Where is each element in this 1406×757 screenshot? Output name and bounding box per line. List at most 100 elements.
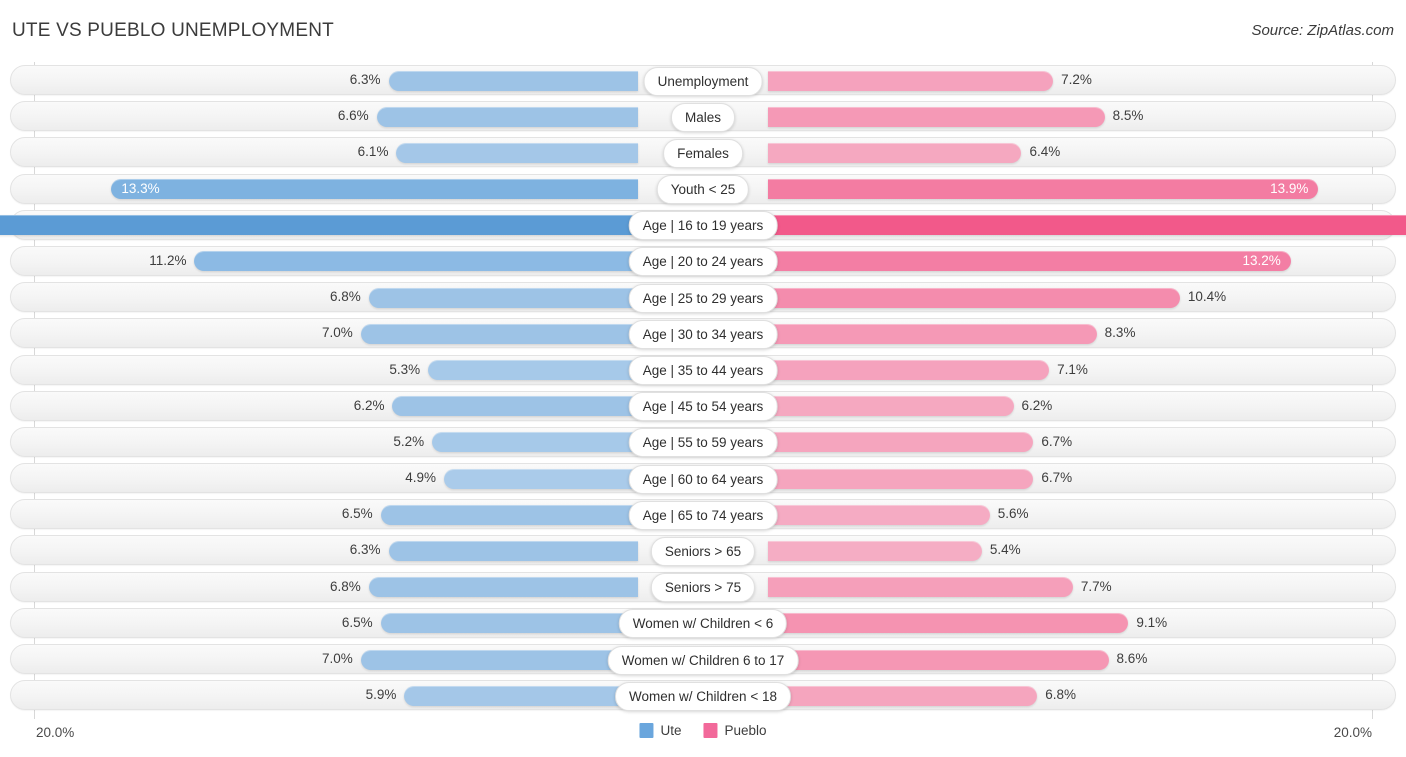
bar-pueblo	[768, 396, 1014, 417]
chart-header: UTE VS PUEBLO UNEMPLOYMENT Source: ZipAt…	[0, 0, 1406, 60]
bar-ute	[392, 396, 638, 417]
bar-row: 6.1% 6.4% Females	[0, 134, 1406, 170]
bar-value-ute: 6.5%	[341, 506, 373, 522]
category-label: Age | 45 to 54 years	[628, 392, 778, 422]
category-label: Age | 35 to 44 years	[628, 356, 778, 385]
bar-pueblo	[768, 360, 1050, 380]
legend-item[interactable]: Pueblo	[703, 723, 767, 738]
bar-row: 7.0% 8.6% Women w/ Children 6 to 17	[0, 641, 1406, 677]
category-label: Women w/ Children 6 to 17	[607, 645, 799, 675]
bar-value-ute: 6.5%	[341, 614, 373, 630]
chart-plot-area: 6.3% 7.2% Unemployment 6.6% 8.5% Males 6.1% 6.4…	[0, 62, 1406, 719]
bar-value-pueblo: 7.2%	[1061, 72, 1092, 87]
bar-value-ute: 6.6%	[337, 108, 369, 124]
bar-ute	[376, 106, 638, 127]
bar-row: 6.3% 7.2% Unemployment	[0, 62, 1406, 98]
category-label: Women w/ Children < 18	[615, 681, 791, 711]
bar-ute	[360, 649, 638, 670]
bar-value-ute: 13.3%	[121, 180, 160, 196]
bar-row: 6.6% 8.5% Males	[0, 98, 1406, 134]
category-label: Age | 16 to 19 years	[628, 211, 778, 241]
bar-ute	[111, 179, 638, 200]
bar-row: 19.6%19.8%Age | 16 to 19 years	[0, 207, 1406, 243]
category-label: Age | 30 to 34 years	[628, 319, 778, 349]
bar-value-ute: 5.3%	[389, 361, 421, 377]
bar-value-pueblo: 5.4%	[989, 542, 1021, 558]
bar-value-ute: 4.9%	[405, 470, 436, 486]
bar-pueblo	[768, 70, 1054, 91]
bar-value-ute: 6.8%	[329, 289, 361, 305]
bar-value-ute: 11.2%	[149, 252, 187, 268]
bar-pueblo	[768, 215, 1406, 236]
bar-pueblo	[768, 251, 1291, 272]
bar-pueblo	[768, 613, 1129, 634]
bar-pueblo	[768, 468, 1034, 489]
bar-row: 5.9% 6.8% Women w/ Children < 18	[0, 677, 1406, 713]
bar-row: 6.5% 9.1% Women w/ Children < 6	[0, 605, 1406, 641]
bar-ute	[388, 70, 638, 91]
bar-pueblo	[768, 179, 1319, 200]
bar-value-pueblo: 5.6%	[997, 506, 1029, 522]
bar-pueblo	[768, 323, 1097, 344]
bar-value-ute: 5.9%	[365, 687, 397, 703]
category-label: Seniors > 75	[650, 573, 756, 603]
bar-value-ute: 6.1%	[357, 144, 389, 160]
bar-value-pueblo: 7.1%	[1057, 361, 1088, 377]
category-label: Age | 55 to 59 years	[628, 428, 778, 458]
bar-row: 6.3% 5.4% Seniors > 65	[0, 532, 1406, 568]
bar-row: 6.5% 5.6% Age | 65 to 74 years	[0, 496, 1406, 532]
bar-row-list: 6.3% 7.2% Unemployment 6.6% 8.5% Males 6.1% 6.4…	[0, 62, 1406, 713]
chart-legend: Ute Pueblo	[639, 723, 767, 738]
bar-value-ute: 6.2%	[353, 397, 385, 413]
bar-value-pueblo: 10.4%	[1187, 289, 1227, 305]
bar-ute	[368, 577, 638, 598]
axis-label-right: 20.0%	[1333, 725, 1372, 740]
bar-value-pueblo: 13.9%	[1270, 180, 1309, 196]
category-label: Youth < 25	[656, 175, 750, 205]
legend-item[interactable]: Ute	[639, 723, 681, 738]
source-attribution: Source: ZipAtlas.com	[1251, 22, 1394, 39]
category-label: Unemployment	[643, 66, 763, 96]
legend-swatch-icon	[639, 723, 654, 738]
bar-pueblo	[768, 504, 990, 525]
legend-label: Ute	[660, 723, 682, 738]
bar-value-pueblo: 13.2%	[1242, 252, 1281, 268]
bar-ute	[368, 287, 638, 308]
bar-row: 13.3% 13.9% Youth < 25	[0, 171, 1406, 207]
bar-value-pueblo: 8.6%	[1116, 651, 1148, 666]
bar-pueblo	[768, 577, 1073, 598]
bar-pueblo	[768, 540, 982, 561]
bar-row: 5.3% 7.1% Age | 35 to 44 years	[0, 352, 1406, 388]
bar-value-ute: 6.3%	[349, 542, 381, 558]
category-label: Females	[663, 138, 743, 168]
bar-row: 6.2% 6.2% Age | 45 to 54 years	[0, 388, 1406, 424]
bar-ute	[0, 215, 638, 236]
category-label: Seniors > 65	[650, 536, 756, 566]
bar-ute	[380, 504, 638, 525]
bar-value-pueblo: 9.1%	[1136, 614, 1168, 630]
bar-value-ute: 7.0%	[322, 651, 353, 666]
category-label: Age | 65 to 74 years	[628, 500, 778, 530]
bar-value-pueblo: 6.8%	[1045, 687, 1077, 703]
bar-row: 11.2% 13.2% Age | 20 to 24 years	[0, 243, 1406, 279]
bar-value-pueblo: 8.5%	[1112, 108, 1144, 124]
bar-value-pueblo: 6.7%	[1041, 470, 1073, 486]
bar-pueblo	[768, 685, 1038, 706]
bar-ute	[360, 323, 638, 344]
bar-value-ute: 6.8%	[329, 578, 361, 594]
bar-row: 4.9% 6.7% Age | 60 to 64 years	[0, 460, 1406, 496]
bar-row: 6.8% 10.4% Age | 25 to 29 years	[0, 279, 1406, 315]
bar-pueblo	[768, 142, 1022, 163]
category-label: Age | 20 to 24 years	[628, 247, 778, 277]
bar-value-pueblo: 6.4%	[1029, 144, 1061, 160]
bar-pueblo	[768, 287, 1180, 308]
bar-ute	[432, 432, 638, 453]
bar-ute	[443, 468, 638, 489]
bar-value-pueblo: 8.3%	[1104, 325, 1136, 341]
bar-pueblo	[768, 649, 1109, 670]
bar-ute	[428, 360, 638, 380]
bar-row: 5.2% 6.7% Age | 55 to 59 years	[0, 424, 1406, 460]
bar-value-pueblo: 6.2%	[1021, 397, 1053, 413]
bar-value-ute: 7.0%	[322, 325, 353, 341]
bar-ute	[380, 613, 638, 634]
